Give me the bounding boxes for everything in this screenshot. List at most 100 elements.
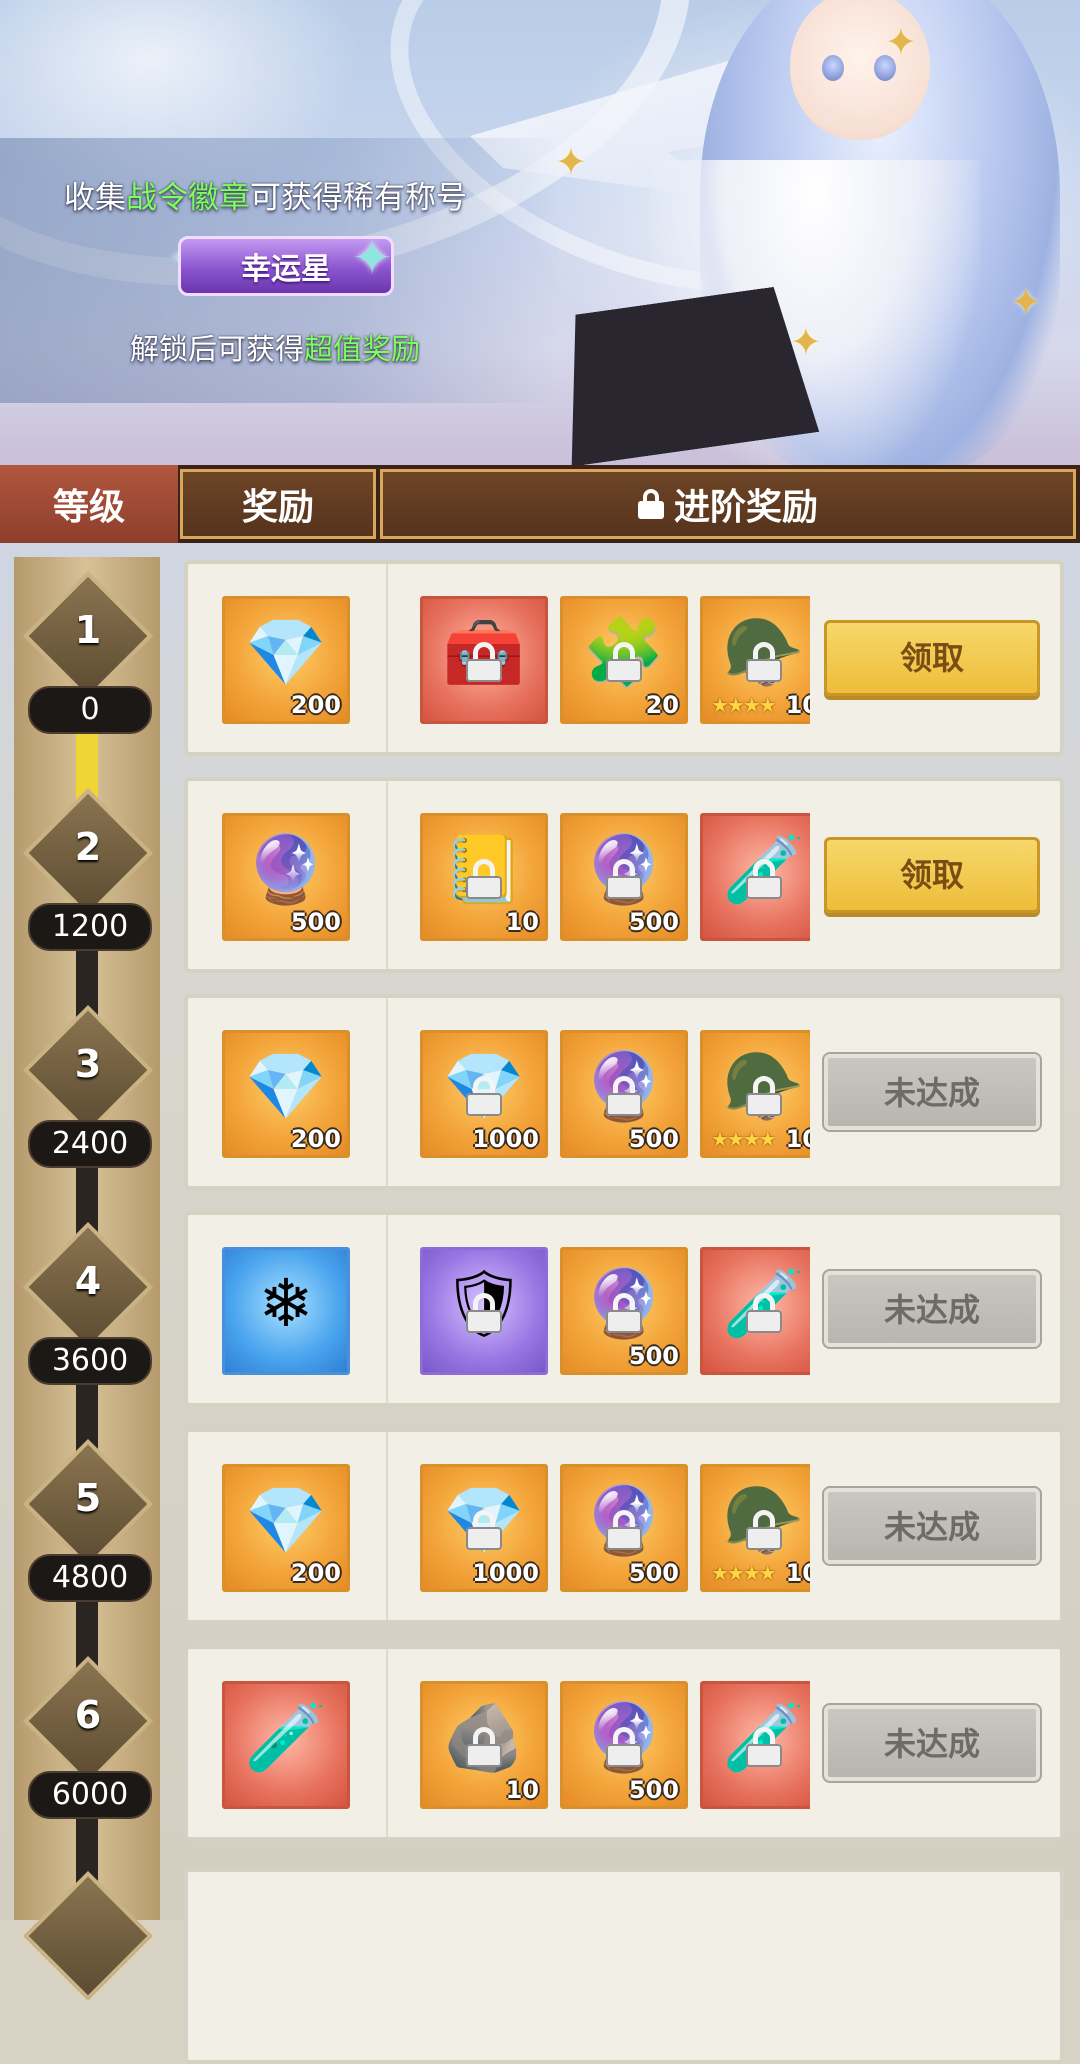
- level-xp-required: 6000: [28, 1771, 152, 1819]
- item-quantity: 500: [628, 1342, 679, 1370]
- level-node: 10: [22, 570, 154, 755]
- lock-icon: [746, 642, 782, 682]
- tab-advanced-label: 进阶奖励: [673, 487, 818, 528]
- reward-item[interactable]: 💎 200: [222, 1464, 350, 1592]
- reward-item[interactable]: 🪖★★★★10: [700, 596, 810, 724]
- header-tabs: 等级 奖励 进阶奖励: [0, 465, 1080, 543]
- value-reward-highlight-text: 超值奖励: [304, 332, 421, 366]
- row-divider: [386, 564, 388, 752]
- not-reached-button[interactable]: 未达成: [822, 1486, 1042, 1566]
- not-reached-button[interactable]: 未达成: [822, 1052, 1042, 1132]
- item-quantity: 500: [290, 908, 341, 936]
- row-divider: [386, 998, 388, 1186]
- reward-item[interactable]: 🧩 20: [560, 596, 688, 724]
- level-number: 3: [74, 1042, 102, 1086]
- reward-item[interactable]: 🧪: [222, 1681, 350, 1809]
- star-rating: ★★★★: [711, 693, 777, 717]
- level-diamond: [22, 1870, 154, 2002]
- star-rating: ★★★★: [711, 1127, 777, 1151]
- reward-item[interactable]: 🧰: [420, 596, 548, 724]
- row-divider: [386, 781, 388, 969]
- item-quantity: 10: [785, 1125, 810, 1153]
- row-divider: [386, 1215, 388, 1403]
- level-number: 6: [74, 1693, 102, 1737]
- lock-icon: [606, 859, 642, 899]
- event-banner: ✦ ✦ ✦ ✦ 收集战令徽章可获得稀有称号 ✦ 幸运星 ✦ 解锁后可获得超值奖励: [0, 0, 1080, 465]
- level-number: 1: [74, 608, 102, 652]
- premium-rewards: 💎1000🔮500🪖★★★★10: [404, 998, 810, 1186]
- item-quantity: 200: [290, 1559, 341, 1587]
- level-xp-required: 0: [28, 686, 152, 734]
- lock-icon: [466, 1510, 502, 1550]
- reward-item[interactable]: 🔮 500: [560, 1030, 688, 1158]
- not-reached-button[interactable]: 未达成: [822, 1703, 1042, 1783]
- reward-item[interactable]: 🪖★★★★10: [700, 1030, 810, 1158]
- reward-item[interactable]: 🛡: [420, 1247, 548, 1375]
- lock-icon: [746, 1510, 782, 1550]
- reward-item[interactable]: 🧪: [700, 813, 810, 941]
- reward-row: ❄ 🛡 🔮 500 🧪 未达成: [184, 1211, 1064, 1407]
- row-divider: [386, 1432, 388, 1620]
- lock-icon: [746, 1727, 782, 1767]
- tab-reward: 奖励: [180, 469, 376, 539]
- lock-icon: [466, 1293, 502, 1333]
- reward-item[interactable]: 📒 10: [420, 813, 548, 941]
- level-number: 4: [74, 1259, 102, 1303]
- diamond-icon: 💎: [244, 1482, 328, 1559]
- reward-item[interactable]: 🧪: [700, 1247, 810, 1375]
- reward-row: 🧪 🪨 10 🔮 500 🧪 未达成: [184, 1645, 1064, 1841]
- reward-item[interactable]: 💎 1000: [420, 1464, 548, 1592]
- reward-item[interactable]: 💎 1000: [420, 1030, 548, 1158]
- reward-item[interactable]: 🔮 500: [560, 813, 688, 941]
- reward-row: 💎200🧰🧩20🪖★★★★10领取: [184, 560, 1064, 756]
- lock-icon: [637, 489, 664, 519]
- reward-item[interactable]: 🪖★★★★10: [700, 1464, 810, 1592]
- reward-item[interactable]: ❄: [222, 1247, 350, 1375]
- premium-rewards: 💎1000🔮500🪖★★★★10: [404, 1432, 810, 1620]
- lock-icon: [606, 1727, 642, 1767]
- reward-row: 🔮 500 📒 10 🔮 500 🧪 领取: [184, 777, 1064, 973]
- item-quantity: 10: [505, 1776, 539, 1804]
- claim-button[interactable]: 领取: [824, 837, 1040, 913]
- reward-item[interactable]: 🔮 500: [560, 1681, 688, 1809]
- claim-button[interactable]: 领取: [824, 620, 1040, 696]
- item-quantity: 200: [290, 691, 341, 719]
- item-quantity: 500: [628, 908, 679, 936]
- gold-star-icon: ✦: [885, 20, 917, 64]
- item-quantity: 10: [785, 1559, 810, 1587]
- lock-icon: [606, 1076, 642, 1116]
- item-quantity: 1000: [472, 1125, 539, 1153]
- level-xp-required: 4800: [28, 1554, 152, 1602]
- item-quantity: 10: [505, 908, 539, 936]
- gold-star-icon: ✦: [1010, 280, 1042, 324]
- diamond-icon: 💎: [244, 614, 328, 691]
- level-xp-required: 1200: [28, 903, 152, 951]
- lock-icon: [746, 859, 782, 899]
- reward-item[interactable]: 💎 200: [222, 596, 350, 724]
- item-quantity: 20: [645, 691, 679, 719]
- lock-icon: [466, 642, 502, 682]
- badge-highlight-text: 战令徽章: [126, 180, 250, 216]
- level-node: 6 6000: [22, 1655, 154, 1840]
- level-node: 4 3600: [22, 1221, 154, 1406]
- lock-icon: [466, 1076, 502, 1116]
- reward-row: 💎200 💎1000🔮500🪖★★★★10未达成: [184, 1428, 1064, 1624]
- reward-item[interactable]: 🧪: [700, 1681, 810, 1809]
- lock-icon: [606, 642, 642, 682]
- reward-item[interactable]: 🔮 500: [560, 1464, 688, 1592]
- reward-row: [184, 1868, 1064, 2064]
- gold-star-icon: ✦: [790, 320, 822, 364]
- diamond-icon: 💎: [244, 1048, 328, 1125]
- item-quantity: 500: [628, 1125, 679, 1153]
- reward-item[interactable]: 💎 200: [222, 1030, 350, 1158]
- reward-item[interactable]: 🔮 500: [560, 1247, 688, 1375]
- snowflake-medal-icon: ❄: [258, 1265, 314, 1342]
- potion-icon: 🧪: [244, 1699, 328, 1776]
- reward-item[interactable]: 🪨 10: [420, 1681, 548, 1809]
- item-quantity: 10: [785, 691, 810, 719]
- tab-advanced-reward[interactable]: 进阶奖励: [380, 469, 1076, 539]
- item-quantity: 200: [290, 1125, 341, 1153]
- character-eye: [822, 55, 844, 81]
- not-reached-button[interactable]: 未达成: [822, 1269, 1042, 1349]
- reward-item[interactable]: 🔮 500: [222, 813, 350, 941]
